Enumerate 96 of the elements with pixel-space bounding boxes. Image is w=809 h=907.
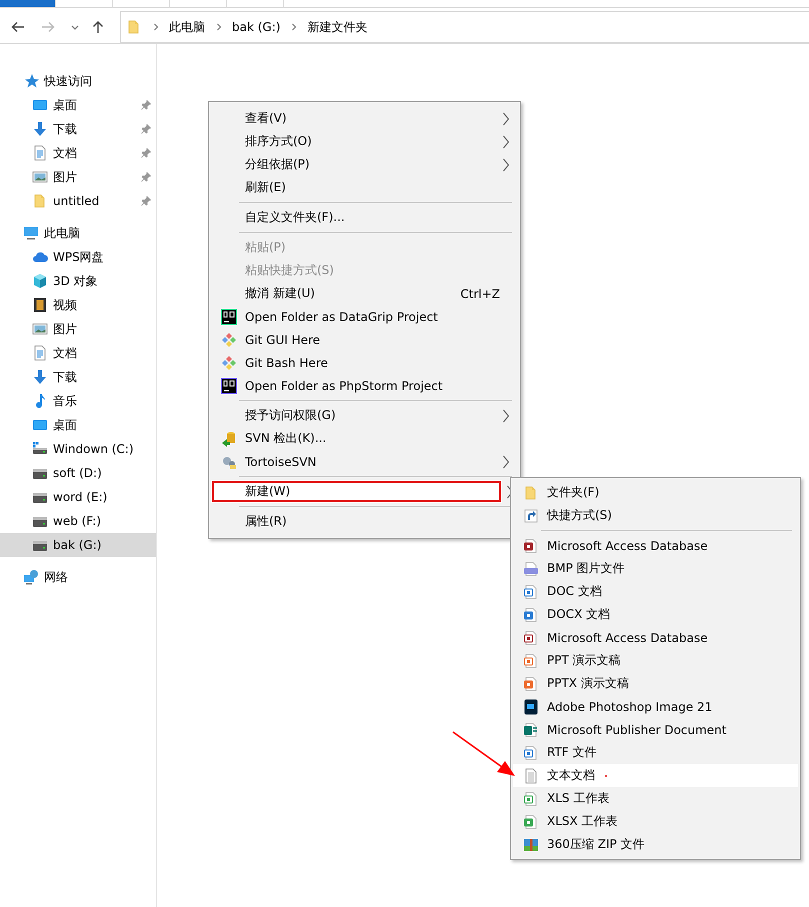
menu-item[interactable]: Git GUI Here <box>211 328 518 351</box>
document-icon <box>523 538 539 554</box>
sidebar-item[interactable]: word (E:) <box>0 485 156 509</box>
menu-item[interactable]: Microsoft Access Database <box>513 626 798 649</box>
document-icon <box>523 722 539 738</box>
menu-item[interactable]: Open Folder as PhpStorm Project <box>211 374 518 397</box>
menu-item[interactable]: Microsoft Publisher Document <box>513 718 798 741</box>
menu-item[interactable]: 快捷方式(S) <box>513 504 798 527</box>
document-icon <box>523 744 539 760</box>
diamond-icon <box>221 332 237 348</box>
sidebar-item[interactable]: WPS网盘 <box>0 245 156 269</box>
sidebar-item[interactable]: 图片 <box>0 317 156 341</box>
menu-item[interactable]: 自定义文件夹(F)... <box>211 206 518 229</box>
diamond-icon <box>221 354 237 370</box>
pin-icon[interactable] <box>141 196 151 206</box>
menu-item[interactable]: 撤消 新建(U) Ctrl+Z <box>211 282 518 305</box>
menu-item[interactable]: Microsoft Access Database <box>513 534 798 557</box>
sidebar-item[interactable]: 桌面 <box>0 93 156 117</box>
menu-item[interactable]: 360压缩 ZIP 文件 <box>513 833 798 856</box>
chevron-icon <box>215 23 223 31</box>
menu-item[interactable]: 排序方式(O) <box>211 130 518 153</box>
sidebar-item[interactable]: 网络 <box>0 565 156 589</box>
document-icon <box>523 630 539 646</box>
sidebar-item[interactable]: 下载 <box>0 365 156 389</box>
pin-icon[interactable] <box>141 148 151 158</box>
sidebar-item[interactable]: 此电脑 <box>0 221 156 245</box>
sidebar-item[interactable]: 文档 <box>0 341 156 365</box>
sidebar-item[interactable]: 快速访问 <box>0 69 156 93</box>
menu-item[interactable]: 文本文档 <box>513 764 798 787</box>
sidebar-item[interactable]: 下载 <box>0 117 156 141</box>
cube-icon <box>32 273 48 289</box>
document-icon <box>523 584 539 600</box>
document-icon <box>523 652 539 668</box>
sidebar-item[interactable]: web (F:) <box>0 509 156 533</box>
sidebar-item[interactable]: soft (D:) <box>0 461 156 485</box>
sidebar-item[interactable]: 3D 对象 <box>0 269 156 293</box>
image-icon <box>32 321 48 337</box>
pin-icon[interactable] <box>141 124 151 134</box>
menu-item[interactable]: DOCX 文档 <box>513 603 798 626</box>
menu-item[interactable]: DOC 文档 <box>513 580 798 603</box>
menu-item[interactable]: 授予访问权限(G) <box>211 404 518 427</box>
sidebar-item[interactable]: bak (G:) <box>0 533 156 557</box>
document-icon <box>523 790 539 806</box>
sidebar-item[interactable]: Windown (C:) <box>0 437 156 461</box>
menu-item[interactable]: TortoiseSVN <box>211 450 518 473</box>
down-arrow-icon <box>32 121 48 137</box>
down-arrow-icon <box>32 369 48 385</box>
chevron-icon <box>290 23 298 31</box>
breadcrumb[interactable]: bak (G:) <box>232 20 280 34</box>
sidebar-item[interactable]: 文档 <box>0 141 156 165</box>
document-icon <box>523 676 539 692</box>
sidebar-item[interactable]: 音乐 <box>0 389 156 413</box>
archive-icon <box>523 836 539 852</box>
menu-item[interactable]: 分组依据(P) <box>211 153 518 176</box>
menu-item[interactable]: RTF 文件 <box>513 741 798 764</box>
menu-item[interactable]: PPTX 演示文稿 <box>513 672 798 695</box>
menu-item[interactable]: XLS 工作表 <box>513 787 798 810</box>
monitor-icon <box>32 417 48 433</box>
menu-item[interactable]: PPT 演示文稿 <box>513 649 798 672</box>
image-icon <box>523 560 539 576</box>
document-icon <box>523 606 539 622</box>
menu-item[interactable]: 查看(V) <box>211 107 518 130</box>
menu-item[interactable]: XLSX 工作表 <box>513 810 798 833</box>
menu-item[interactable]: Git Bash Here <box>211 351 518 374</box>
menu-item[interactable]: 刷新(E) <box>211 176 518 199</box>
sidebar-item[interactable]: 视频 <box>0 293 156 317</box>
menu-item[interactable]: BMP 图片文件 <box>513 557 798 580</box>
menu-item[interactable]: 文件夹(F) <box>513 481 798 504</box>
document-icon <box>32 345 48 361</box>
image-icon <box>32 169 48 185</box>
document-icon <box>32 145 48 161</box>
film-icon <box>32 297 48 313</box>
breadcrumb[interactable]: 新建文件夹 <box>307 18 368 36</box>
shortcut-icon <box>523 508 539 524</box>
annotation-arrow <box>452 731 516 777</box>
sidebar-item[interactable]: untitled <box>0 189 156 213</box>
app-logo-icon <box>221 308 237 324</box>
menu-item[interactable]: Open Folder as DataGrip Project <box>211 305 518 328</box>
menu-item[interactable]: SVN 检出(K)... <box>211 427 518 450</box>
monitor-icon <box>32 97 48 113</box>
sidebar-item[interactable]: 桌面 <box>0 413 156 437</box>
pin-icon[interactable] <box>141 100 151 110</box>
app-logo-icon <box>221 378 237 394</box>
document-icon <box>523 768 539 784</box>
menu-item[interactable]: Adobe Photoshop Image 21 <box>513 695 798 718</box>
monitor-icon <box>23 225 39 241</box>
breadcrumb[interactable]: 此电脑 <box>169 18 205 36</box>
sidebar-item[interactable]: 图片 <box>0 165 156 189</box>
document-icon <box>523 814 539 830</box>
address-bar[interactable]: 此电脑 bak (G:) 新建文件夹 <box>120 11 809 43</box>
drive-icon <box>32 441 48 457</box>
star-icon <box>23 73 39 89</box>
app-logo-icon <box>523 698 539 714</box>
chevron-icon <box>152 23 160 31</box>
database-icon <box>221 430 237 446</box>
pin-icon[interactable] <box>141 172 151 182</box>
